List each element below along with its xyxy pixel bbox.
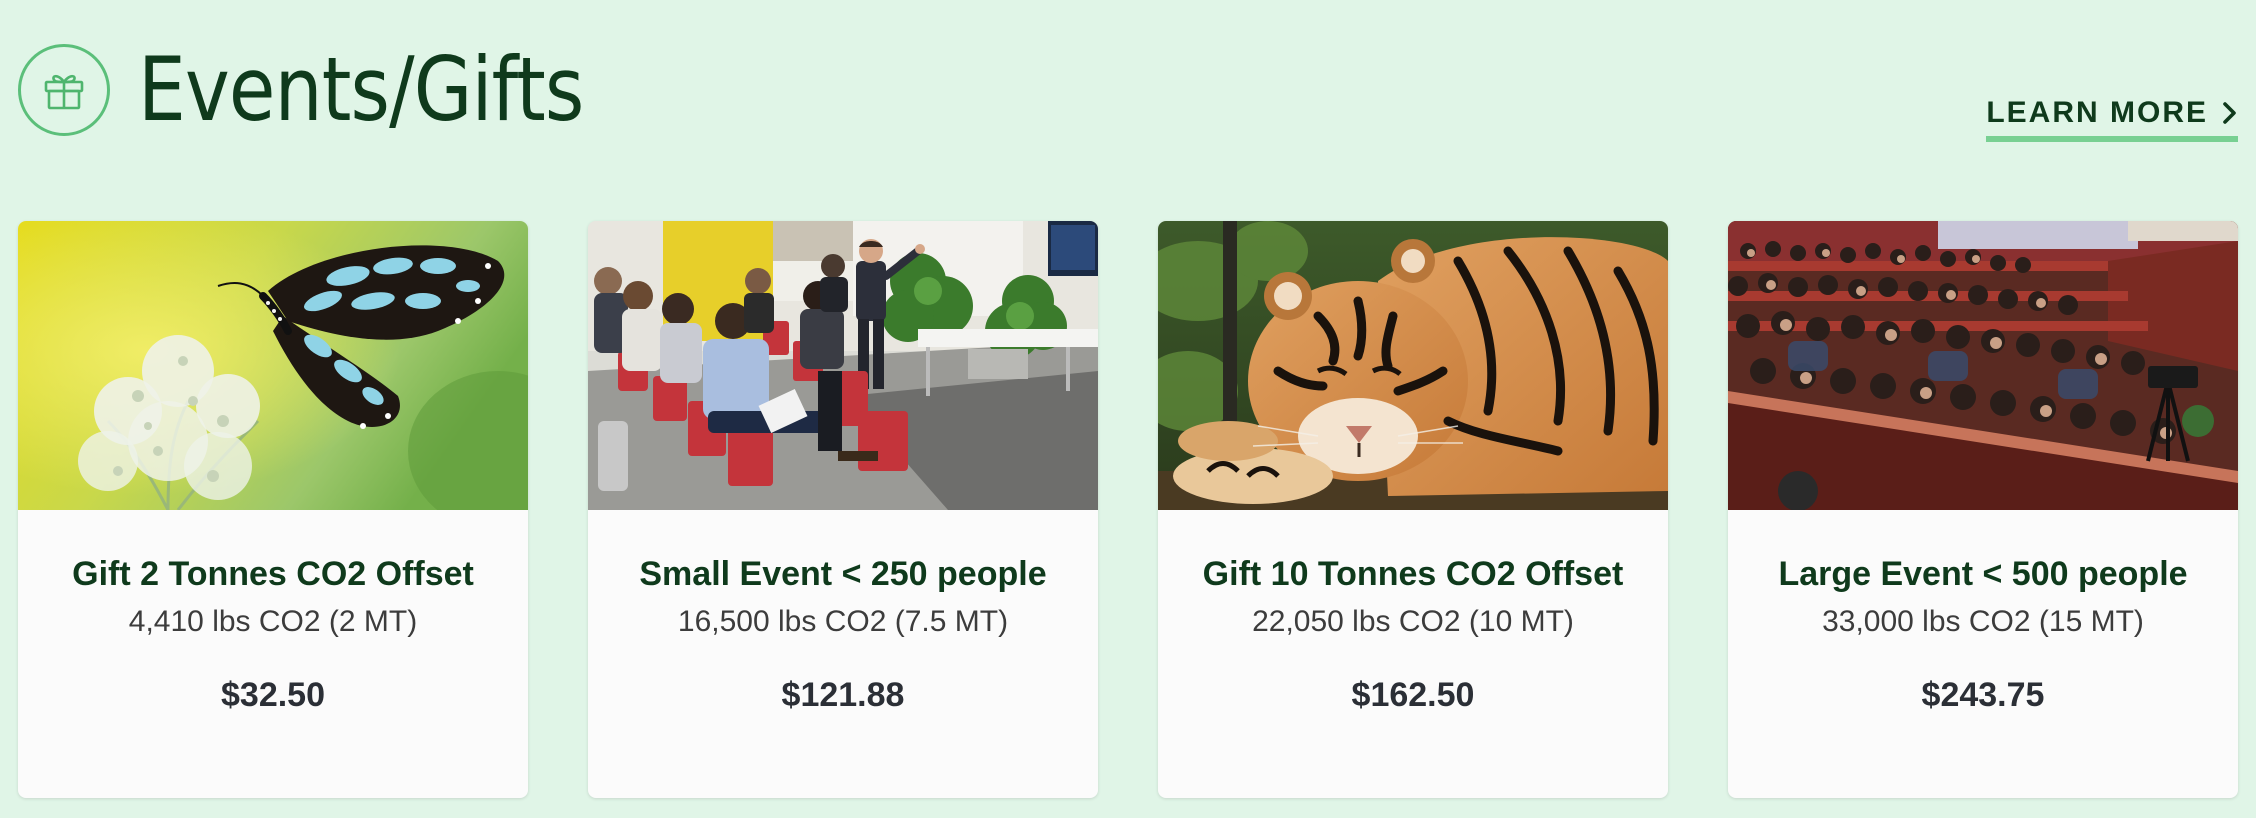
card-co2-amount: 16,500 lbs CO2 (7.5 MT) — [677, 605, 1009, 638]
learn-more-label: LEARN MORE — [1986, 96, 2208, 129]
card-title: Small Event < 250 people — [639, 555, 1047, 593]
butterfly-photo — [18, 221, 528, 510]
card-price: $32.50 — [221, 676, 325, 714]
card-title: Large Event < 500 people — [1778, 555, 2188, 593]
card-price: $162.50 — [1351, 676, 1475, 714]
product-card-small-event[interactable]: Small Event < 250 people 16,500 lbs CO2 … — [588, 221, 1098, 798]
auditorium-audience-photo — [1728, 221, 2238, 510]
chevron-right-icon — [2223, 102, 2236, 124]
product-card-large-event[interactable]: Large Event < 500 people 33,000 lbs CO2 … — [1728, 221, 2238, 798]
product-card-gift-2-tonnes[interactable]: Gift 2 Tonnes CO2 Offset 4,410 lbs CO2 (… — [18, 221, 528, 798]
card-body: Gift 10 Tonnes CO2 Offset 22,050 lbs CO2… — [1158, 510, 1668, 715]
card-co2-amount: 22,050 lbs CO2 (10 MT) — [1252, 605, 1574, 638]
card-price: $121.88 — [781, 676, 905, 714]
card-body: Gift 2 Tonnes CO2 Offset 4,410 lbs CO2 (… — [18, 510, 528, 715]
tiger-photo — [1158, 221, 1668, 510]
card-co2-amount: 33,000 lbs CO2 (15 MT) — [1822, 605, 2144, 638]
section-header: Events/Gifts LEARN MORE — [18, 38, 2238, 154]
gift-icon — [44, 74, 84, 110]
gift-icon-circle — [18, 44, 110, 136]
product-card-list: Gift 2 Tonnes CO2 Offset 4,410 lbs CO2 (… — [18, 221, 2238, 798]
card-title: Gift 10 Tonnes CO2 Offset — [1202, 555, 1624, 593]
card-title: Gift 2 Tonnes CO2 Offset — [72, 555, 474, 593]
card-price: $243.75 — [1921, 676, 2045, 714]
learn-more-link[interactable]: LEARN MORE — [1986, 96, 2238, 142]
card-body: Small Event < 250 people 16,500 lbs CO2 … — [588, 510, 1098, 715]
product-card-gift-10-tonnes[interactable]: Gift 10 Tonnes CO2 Offset 22,050 lbs CO2… — [1158, 221, 1668, 798]
conference-room-photo — [588, 221, 1098, 510]
card-co2-amount: 4,410 lbs CO2 (2 MT) — [128, 605, 418, 638]
card-body: Large Event < 500 people 33,000 lbs CO2 … — [1728, 510, 2238, 715]
section-title: Events/Gifts — [138, 38, 584, 141]
